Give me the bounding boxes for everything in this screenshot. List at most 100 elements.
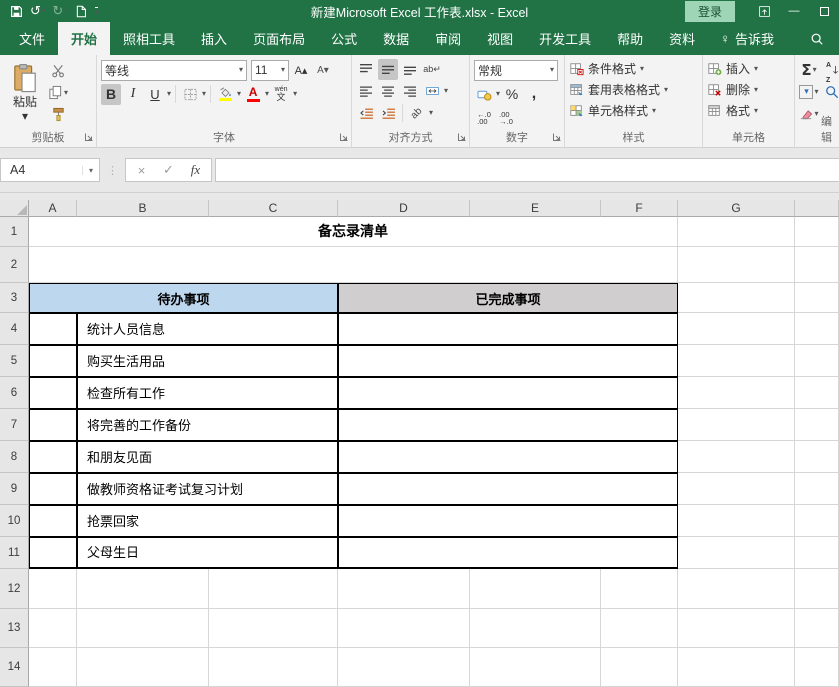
spacer-cell[interactable] xyxy=(29,345,77,377)
row-header[interactable]: 3 xyxy=(0,283,29,313)
empty-cell[interactable] xyxy=(678,609,795,648)
alignment-dialog-launcher[interactable] xyxy=(457,130,467,145)
column-header-D[interactable]: D xyxy=(338,200,470,217)
task-cell[interactable]: 统计人员信息 xyxy=(77,313,338,345)
borders-button[interactable] xyxy=(180,84,200,105)
empty-cell[interactable] xyxy=(678,441,795,473)
bottom-align-button[interactable] xyxy=(400,59,420,80)
empty-cell[interactable] xyxy=(795,441,839,473)
column-header-A[interactable]: A xyxy=(29,200,77,217)
shrink-font-button[interactable]: A▾ xyxy=(313,60,333,81)
delete-cells-button[interactable]: 删除 ▾ xyxy=(707,79,790,100)
comma-style-button[interactable]: , xyxy=(524,84,544,105)
tab-data[interactable]: 数据 xyxy=(370,22,422,55)
empty-cell[interactable] xyxy=(678,505,795,537)
spacer-cell[interactable] xyxy=(29,537,77,569)
insert-cells-button[interactable]: 插入 ▾ xyxy=(707,58,790,79)
empty-cell[interactable] xyxy=(678,473,795,505)
row-header[interactable]: 8 xyxy=(0,441,29,473)
empty-cell[interactable] xyxy=(795,569,839,609)
row-header[interactable]: 13 xyxy=(0,609,29,648)
row-header[interactable]: 5 xyxy=(0,345,29,377)
name-box-dropdown-icon[interactable]: ▾ xyxy=(82,166,99,175)
percent-style-button[interactable]: % xyxy=(502,84,522,105)
clipboard-dialog-launcher[interactable] xyxy=(84,130,94,145)
phonetic-guide-button[interactable]: wén文 xyxy=(271,84,291,105)
empty-cell[interactable] xyxy=(795,247,839,283)
tab-formulas[interactable]: 公式 xyxy=(318,22,370,55)
autosum-button[interactable]: Σ▾ xyxy=(799,59,819,80)
empty-cell[interactable] xyxy=(795,473,839,505)
empty-cell[interactable] xyxy=(678,537,795,569)
todo-header-cell[interactable]: 待办事项 xyxy=(29,283,338,313)
column-header-F[interactable]: F xyxy=(601,200,678,217)
empty-cell[interactable] xyxy=(795,377,839,409)
tab-camera-tools[interactable]: 照相工具 xyxy=(110,22,188,55)
done-header-cell[interactable]: 已完成事项 xyxy=(338,283,678,313)
empty-cell[interactable] xyxy=(678,217,795,247)
select-all-corner[interactable] xyxy=(0,200,29,217)
sign-in-button[interactable]: 登录 xyxy=(685,1,735,22)
font-color-dropdown-icon[interactable]: ▾ xyxy=(265,90,269,98)
merge-center-button[interactable] xyxy=(422,81,442,102)
empty-cell[interactable] xyxy=(795,609,839,648)
column-header-C[interactable]: C xyxy=(209,200,338,217)
row-header[interactable]: 9 xyxy=(0,473,29,505)
task-cell[interactable]: 做教师资格证考试复习计划 xyxy=(77,473,338,505)
spacer-cell[interactable] xyxy=(29,505,77,537)
row-header[interactable]: 7 xyxy=(0,409,29,441)
sheet-title-cell[interactable]: 备忘录清单 xyxy=(29,217,678,247)
cut-button[interactable] xyxy=(48,60,68,81)
empty-cell[interactable] xyxy=(678,648,795,687)
empty-cell[interactable] xyxy=(678,409,795,441)
done-cell[interactable] xyxy=(338,377,678,409)
empty-cell[interactable] xyxy=(470,648,601,687)
accounting-dropdown-icon[interactable]: ▾ xyxy=(496,90,500,98)
done-cell[interactable] xyxy=(338,441,678,473)
row-header[interactable]: 4 xyxy=(0,313,29,345)
middle-align-button[interactable] xyxy=(378,59,398,80)
tab-help[interactable]: 帮助 xyxy=(604,22,656,55)
accounting-format-button[interactable] xyxy=(474,84,494,105)
empty-cell[interactable] xyxy=(338,648,470,687)
empty-cell[interactable] xyxy=(601,569,678,609)
empty-cell[interactable] xyxy=(678,313,795,345)
decrease-indent-button[interactable] xyxy=(356,103,376,124)
orientation-button[interactable]: ab xyxy=(407,103,427,124)
sort-filter-button[interactable]: ▾ xyxy=(825,59,839,80)
empty-cell[interactable] xyxy=(209,609,338,648)
tab-ziliao[interactable]: 资料 xyxy=(656,22,708,55)
done-cell[interactable] xyxy=(338,505,678,537)
empty-cell[interactable] xyxy=(338,569,470,609)
spacer-cell[interactable] xyxy=(29,409,77,441)
empty-cell[interactable] xyxy=(601,648,678,687)
empty-cell[interactable] xyxy=(795,217,839,247)
task-cell[interactable]: 检查所有工作 xyxy=(77,377,338,409)
row-header[interactable]: 14 xyxy=(0,648,29,687)
row-header[interactable]: 12 xyxy=(0,569,29,609)
minimize-button[interactable]: — xyxy=(779,0,809,22)
spacer-cell[interactable] xyxy=(29,377,77,409)
empty-cell[interactable] xyxy=(601,609,678,648)
align-center-button[interactable] xyxy=(378,81,398,102)
format-as-table-button[interactable]: 套用表格格式 ▾ xyxy=(569,79,698,100)
bold-button[interactable]: B xyxy=(101,84,121,105)
empty-cell[interactable] xyxy=(209,569,338,609)
task-cell[interactable]: 购买生活用品 xyxy=(77,345,338,377)
row-header[interactable]: 10 xyxy=(0,505,29,537)
cell-styles-button[interactable]: 单元格样式 ▾ xyxy=(569,100,698,121)
customize-qat-button[interactable]: ▾ xyxy=(91,1,102,21)
enter-button[interactable]: ✓ xyxy=(155,162,182,178)
empty-cell[interactable] xyxy=(678,283,795,313)
undo-button[interactable]: ↺▾ xyxy=(27,1,48,21)
cancel-button[interactable]: × xyxy=(128,163,155,178)
fill-color-button[interactable] xyxy=(215,84,235,105)
empty-cell[interactable] xyxy=(77,609,209,648)
number-format-select[interactable]: 常规▾ xyxy=(474,60,558,81)
name-box[interactable]: A4 ▾ xyxy=(0,158,100,182)
empty-cell[interactable] xyxy=(678,377,795,409)
redo-button[interactable]: ↻▾ xyxy=(49,1,70,21)
tab-insert[interactable]: 插入 xyxy=(188,22,240,55)
empty-cell[interactable] xyxy=(795,537,839,569)
italic-button[interactable]: I xyxy=(123,84,143,105)
